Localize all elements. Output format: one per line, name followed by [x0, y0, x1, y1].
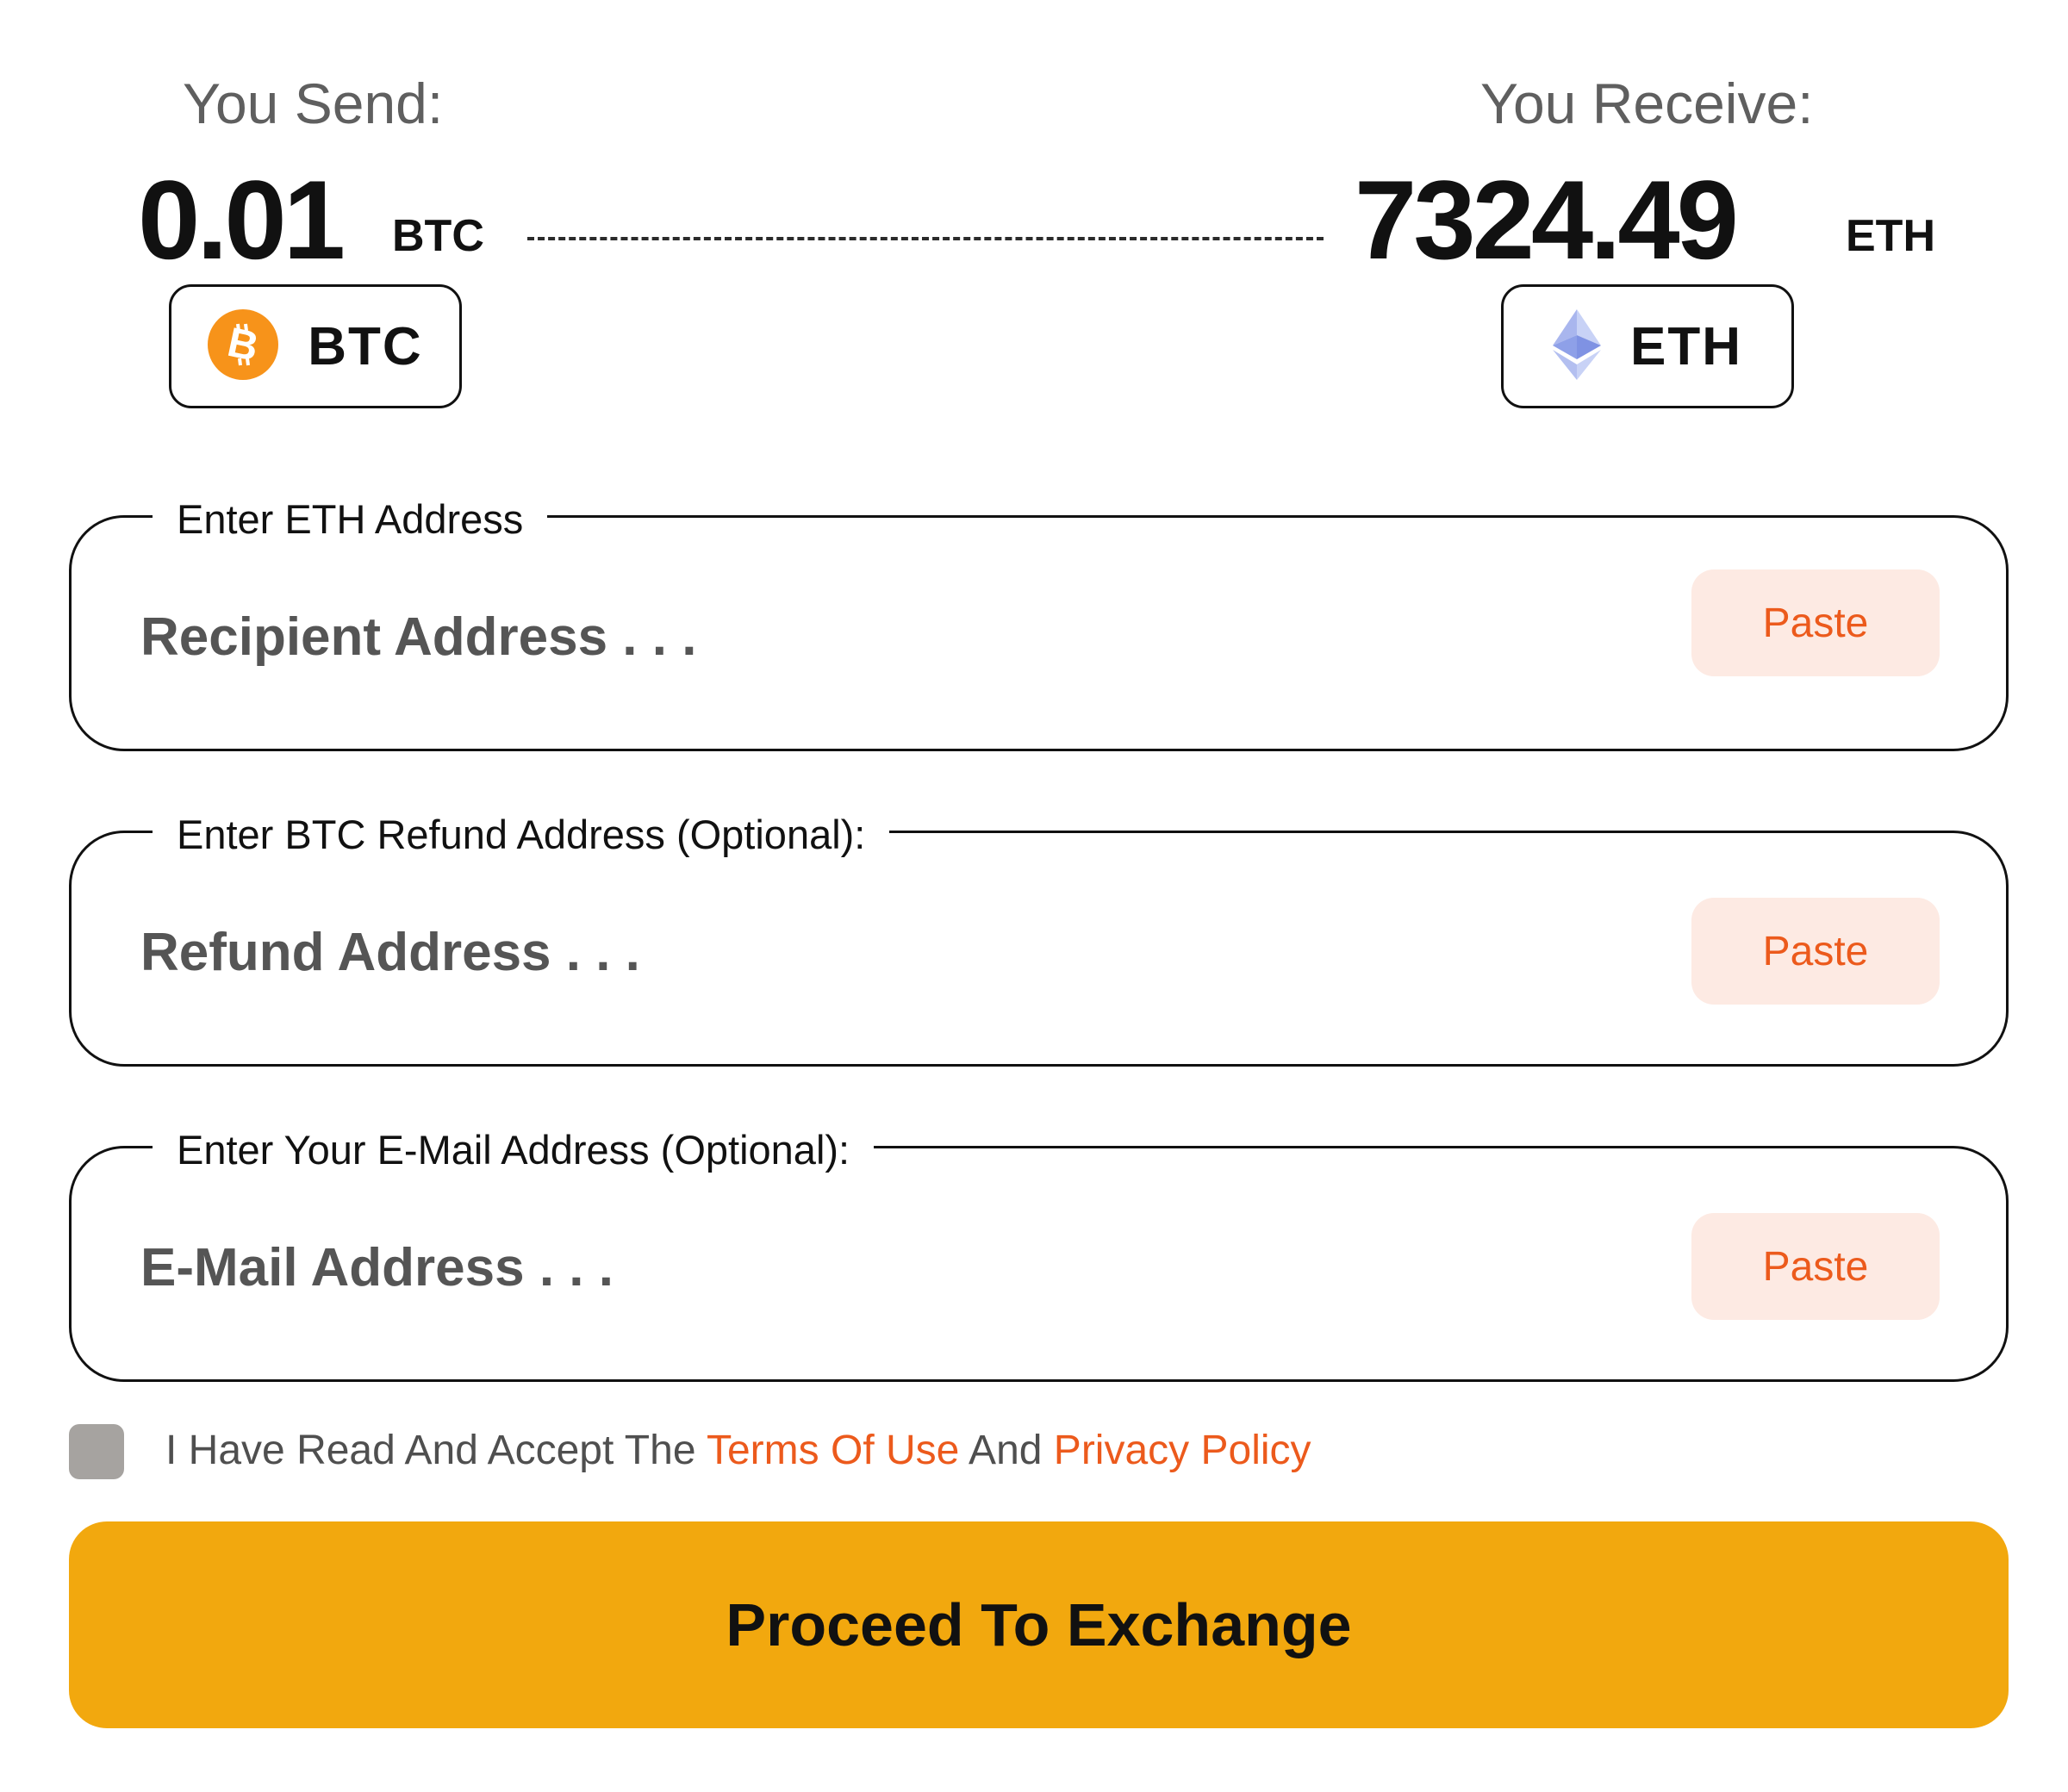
refund-address-input[interactable]: [139, 912, 1262, 992]
send-coin-ticker: BTC: [308, 316, 423, 376]
proceed-to-exchange-button[interactable]: Proceed To Exchange: [69, 1521, 2009, 1728]
receive-coin-ticker: ETH: [1630, 316, 1742, 376]
email-address-legend: Enter Your E-Mail Address (Optional):: [153, 1129, 875, 1170]
privacy-policy-link[interactable]: Privacy Policy: [1054, 1428, 1311, 1473]
paste-recipient-button[interactable]: Paste: [1691, 569, 1940, 676]
recipient-address-input[interactable]: [139, 597, 1262, 676]
exchange-form: You Send: 0.01 BTC B BTC You Receive: 73…: [0, 0, 2068, 1792]
terms-of-use-link[interactable]: Terms Of Use: [707, 1428, 959, 1473]
terms-middle: And: [959, 1428, 1054, 1473]
bitcoin-icon: B: [208, 308, 279, 384]
email-address-input[interactable]: [139, 1228, 1262, 1307]
terms-text: I Have Read And Accept The Terms Of Use …: [165, 1427, 1311, 1474]
terms-prefix: I Have Read And Accept The: [165, 1428, 707, 1473]
send-unit: BTC: [392, 211, 484, 261]
send-label: You Send:: [183, 72, 444, 135]
paste-refund-button[interactable]: Paste: [1691, 898, 1940, 1005]
send-coin-selector[interactable]: B BTC: [169, 284, 462, 408]
receive-coin-selector[interactable]: ETH: [1501, 284, 1794, 408]
receive-unit: ETH: [1846, 211, 1935, 261]
email-address-field: Enter Your E-Mail Address (Optional): Pa…: [69, 1129, 2009, 1382]
recipient-address-field: Enter ETH Address Paste: [69, 499, 2009, 751]
send-amount: 0.01: [138, 157, 346, 283]
refund-address-legend: Enter BTC Refund Address (Optional):: [153, 814, 890, 855]
exchange-divider: [527, 237, 1324, 240]
receive-label: You Receive:: [1480, 72, 1814, 135]
recipient-address-legend: Enter ETH Address: [153, 499, 548, 539]
refund-address-field: Enter BTC Refund Address (Optional): Pas…: [69, 814, 2009, 1067]
ethereum-icon: [1553, 308, 1601, 384]
receive-amount: 7324.49: [1355, 157, 1739, 283]
proceed-label: Proceed To Exchange: [726, 1591, 1352, 1658]
paste-email-button[interactable]: Paste: [1691, 1213, 1940, 1320]
terms-checkbox[interactable]: [69, 1424, 124, 1479]
